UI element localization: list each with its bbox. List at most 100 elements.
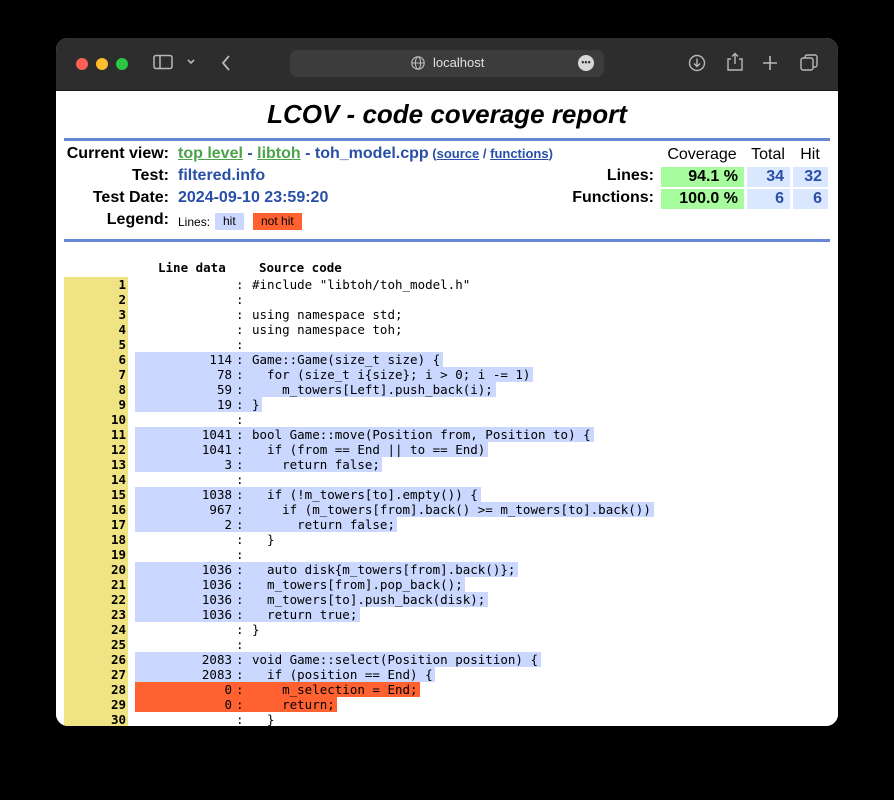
sidebar-menu-chevron-icon[interactable] (186, 54, 196, 77)
more-options-icon[interactable]: ••• (578, 55, 594, 71)
address-text: localhost (433, 55, 485, 70)
breadcrumb-current-file: toh_model.cpp (314, 145, 429, 162)
line-number[interactable]: 24 (64, 622, 128, 637)
share-icon[interactable] (726, 52, 744, 78)
separator-colon: : (236, 292, 244, 307)
line-number[interactable]: 25 (64, 637, 128, 652)
line-number[interactable]: 21 (64, 577, 128, 592)
line-number[interactable]: 5 (64, 337, 128, 352)
source-link[interactable]: source (437, 146, 480, 161)
line-number[interactable]: 10 (64, 412, 128, 427)
current-view-label: Current view: (66, 145, 169, 162)
line-number-text: 27 (110, 667, 126, 682)
separator-colon: : (236, 652, 244, 667)
line-number[interactable]: 13 (64, 457, 128, 472)
breadcrumb-separator: - (300, 145, 315, 162)
line-number[interactable]: 14 (64, 472, 128, 487)
line-number[interactable]: 28 (64, 682, 128, 697)
source-line: 10: (64, 412, 830, 427)
tab-overview-icon[interactable] (800, 54, 818, 78)
functions-coverage: 100.0 % (661, 189, 744, 209)
line-number[interactable]: 22 (64, 592, 128, 607)
line-number[interactable]: 7 (64, 367, 128, 382)
line-number[interactable]: 11 (64, 427, 128, 442)
close-window-button[interactable] (76, 58, 88, 70)
test-date-label: Test Date: (92, 189, 169, 206)
line-number-text: 26 (110, 652, 126, 667)
line-number[interactable]: 30 (64, 712, 128, 726)
source-line: 22 1036: m_towers[to].push_back(disk); (64, 592, 830, 607)
functions-link[interactable]: functions (490, 146, 549, 161)
source-text: m_towers[from].pop_back(); (252, 577, 463, 592)
line-number[interactable]: 3 (64, 307, 128, 322)
hit-count: 0 (224, 697, 232, 712)
total-header: Total (751, 146, 785, 163)
line-number[interactable]: 4 (64, 322, 128, 337)
line-number-text: 11 (110, 427, 126, 442)
source-text: if (from == End || to == End) (252, 442, 486, 457)
download-icon[interactable] (688, 54, 706, 78)
line-number[interactable]: 2 (64, 292, 128, 307)
line-number[interactable]: 1 (64, 277, 128, 292)
zoom-window-button[interactable] (116, 58, 128, 70)
hit-count: 1036 (201, 577, 232, 592)
line-number[interactable]: 12 (64, 442, 128, 457)
breadcrumb-separator: - (242, 145, 258, 162)
back-icon[interactable] (220, 54, 232, 78)
source-text: using namespace toh; (252, 322, 403, 337)
line-number[interactable]: 15 (64, 487, 128, 502)
line-number[interactable]: 29 (64, 697, 128, 712)
separator-colon: : (236, 592, 244, 607)
line-number[interactable]: 6 (64, 352, 128, 367)
source-line: 25: (64, 637, 830, 652)
source-text: auto disk{m_towers[from].back()}; (252, 562, 516, 577)
line-number[interactable]: 16 (64, 502, 128, 517)
header-divider (64, 138, 830, 141)
line-number-text: 10 (110, 412, 126, 427)
line-number[interactable]: 27 (64, 667, 128, 682)
line-number-text: 24 (110, 622, 126, 637)
address-bar[interactable]: localhost ••• (290, 50, 604, 77)
line-number-text: 5 (118, 337, 126, 352)
separator-colon: : (236, 682, 244, 697)
separator-colon: : (236, 577, 244, 592)
source-line: 29 0: return; (64, 697, 830, 712)
source-line: 21 1036: m_towers[from].pop_back(); (64, 577, 830, 592)
separator-colon: : (236, 712, 244, 726)
line-number[interactable]: 19 (64, 547, 128, 562)
hit-count: 967 (209, 502, 232, 517)
hit-count: 2083 (201, 667, 232, 682)
lines-coverage: 94.1 % (661, 167, 744, 187)
breadcrumb-libtoh-link[interactable]: libtoh (257, 145, 301, 162)
line-number-text: 8 (118, 382, 126, 397)
source-text: return false; (252, 457, 380, 472)
line-number-text: 13 (110, 457, 126, 472)
source-line: 6 114: Game::Game(size_t size) { (64, 352, 830, 367)
source-line: 5: (64, 337, 830, 352)
new-tab-icon[interactable] (762, 54, 778, 78)
line-number-text: 2 (118, 292, 126, 307)
test-date-value: 2024-09-10 23:59:20 (178, 189, 329, 206)
line-number[interactable]: 23 (64, 607, 128, 622)
minimize-window-button[interactable] (96, 58, 108, 70)
breadcrumb-top-level-link[interactable]: top level (178, 145, 243, 162)
page-content: LCOV - code coverage report Current view… (56, 91, 838, 726)
source-line: 30: } (64, 712, 830, 726)
hit-count: 3 (224, 457, 232, 472)
source-line: 20 1036: auto disk{m_towers[from].back()}… (64, 562, 830, 577)
hit-count: 1041 (201, 442, 232, 457)
summary-divider (64, 239, 830, 242)
source-text: } (252, 622, 260, 637)
line-number[interactable]: 26 (64, 652, 128, 667)
line-number-text: 25 (110, 637, 126, 652)
line-number[interactable]: 17 (64, 517, 128, 532)
line-number[interactable]: 18 (64, 532, 128, 547)
line-number[interactable]: 20 (64, 562, 128, 577)
line-number[interactable]: 8 (64, 382, 128, 397)
line-number-text: 6 (118, 352, 126, 367)
sidebar-toggle-icon[interactable] (153, 54, 173, 76)
line-number[interactable]: 9 (64, 397, 128, 412)
line-number-text: 12 (110, 442, 126, 457)
breadcrumb-paren: ) (548, 146, 553, 161)
hit-count: 1036 (201, 592, 232, 607)
